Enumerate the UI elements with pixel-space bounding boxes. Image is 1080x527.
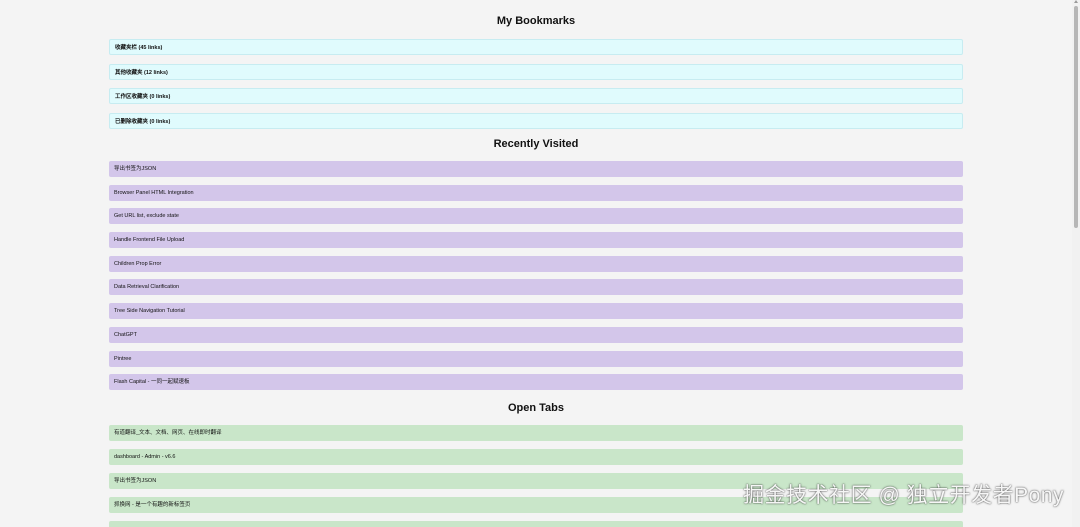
open-tab-item-partial[interactable] bbox=[109, 521, 963, 527]
bookmark-folder[interactable]: 收藏夹栏 (45 links) bbox=[109, 39, 963, 55]
scrollbar-thumb[interactable] bbox=[1074, 6, 1078, 228]
recent-item[interactable]: Handle Frontend File Upload bbox=[109, 232, 963, 249]
recent-item[interactable]: Tree Side Navigation Tutorial bbox=[109, 303, 963, 320]
recent-item[interactable]: Children Prop Error bbox=[109, 255, 963, 272]
watermark: 掘金技术社区 @ 独立开发者Pony bbox=[743, 484, 1064, 507]
bookmark-folder[interactable]: 其他收藏夹 (12 links) bbox=[109, 63, 963, 80]
recent-item[interactable]: Data Retrieval Clarification bbox=[109, 279, 963, 296]
vertical-scrollbar[interactable] bbox=[1072, 0, 1080, 527]
recent-item[interactable]: Flash Capital - 一同一起赋速板 bbox=[109, 374, 963, 391]
main-content: My Bookmarks 收藏夹栏 (45 links) 其他收藏夹 (12 l… bbox=[109, 0, 963, 527]
recent-item[interactable]: 导出书签为JSON bbox=[109, 161, 963, 177]
recent-item[interactable]: Pintree bbox=[109, 350, 963, 367]
bookmark-folder[interactable]: 已删除收藏夹 (0 links) bbox=[109, 112, 963, 129]
bookmarks-title: My Bookmarks bbox=[496, 15, 576, 27]
open-tab-item[interactable]: dashboard - Admin - v6.6 bbox=[109, 449, 963, 466]
recent-item[interactable]: Get URL list, exclude state bbox=[109, 208, 963, 225]
page: My Bookmarks 收藏夹栏 (45 links) 其他收藏夹 (12 l… bbox=[0, 0, 1080, 527]
recent-item[interactable]: Browser Panel HTML Integration bbox=[109, 184, 963, 201]
open-tab-item[interactable]: 有道翻译_文本、文档、网页、在线即时翻译 bbox=[109, 425, 963, 442]
bookmark-folder[interactable]: 工作区收藏夹 (0 links) bbox=[109, 88, 963, 104]
recent-title: Recently Visited bbox=[493, 138, 579, 150]
tabs-title: Open Tabs bbox=[507, 402, 565, 415]
recent-section: Recently Visited 导出书签为JSON Browser Panel… bbox=[109, 137, 963, 391]
bookmarks-section: My Bookmarks 收藏夹栏 (45 links) 其他收藏夹 (12 l… bbox=[109, 0, 963, 129]
recent-item[interactable]: ChatGPT bbox=[109, 326, 963, 343]
scroll-up-arrow-icon[interactable] bbox=[1074, 0, 1078, 3]
